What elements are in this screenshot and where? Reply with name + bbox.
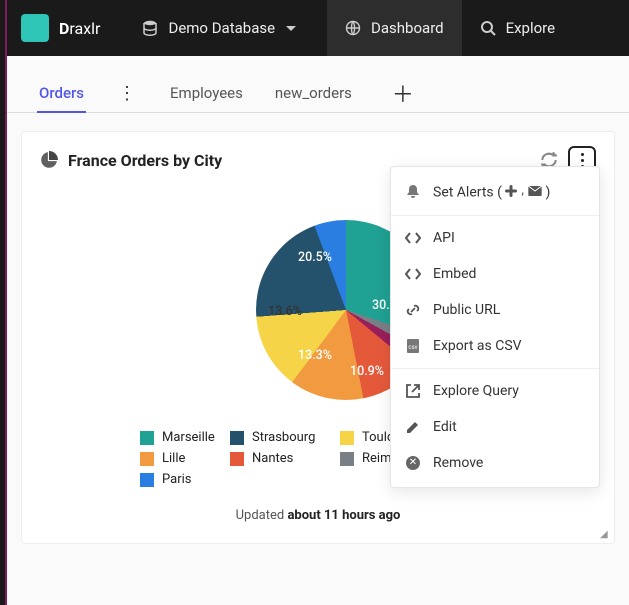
- database-icon: [142, 20, 158, 36]
- menu-explore-query-label: Explore Query: [433, 383, 519, 399]
- menu-remove-label: Remove: [433, 455, 483, 471]
- nav-database[interactable]: Demo Database: [124, 0, 327, 56]
- tab-orders-kebab[interactable]: ⋮: [114, 83, 140, 104]
- menu-public-url-label: Public URL: [433, 302, 500, 318]
- os-left-strip: [0, 0, 7, 605]
- menu-separator: [391, 215, 599, 216]
- nav-dashboard-label: Dashboard: [371, 19, 444, 37]
- app-logo: [21, 14, 49, 42]
- menu-api[interactable]: API: [391, 220, 599, 256]
- card-title: France Orders by City: [68, 151, 222, 170]
- menu-export-csv[interactable]: csv Export as CSV: [391, 328, 599, 364]
- link-icon: [405, 302, 421, 318]
- topbar: Draxlr Demo Database Dashboard Explore: [7, 0, 629, 56]
- chart-card: France Orders by City 30.1% 20.5% 13.6% …: [21, 131, 615, 544]
- tab-orders[interactable]: Orders: [37, 74, 86, 112]
- slice-label-nantes: 10.9%: [350, 364, 384, 379]
- slice-label-strasbourg: 20.5%: [298, 250, 332, 265]
- menu-edit-label: Edit: [433, 419, 457, 435]
- nav-dashboard[interactable]: Dashboard: [327, 0, 462, 56]
- legend-item-marseille: Marseille: [140, 430, 230, 445]
- dashboard-tabs: Orders ⋮ Employees new_orders ＋: [7, 56, 629, 112]
- nav-database-label: Demo Database: [168, 19, 275, 37]
- menu-separator: [391, 368, 599, 369]
- tab-employees[interactable]: Employees: [168, 74, 245, 112]
- menu-explore-query[interactable]: Explore Query: [391, 373, 599, 409]
- updated-footer: Updated about 11 hours ago: [40, 508, 596, 533]
- card-menu-dropdown: Set Alerts ( , ) API Embed: [390, 166, 600, 488]
- tab-add[interactable]: ＋: [386, 77, 420, 109]
- brand-name: Draxlr: [59, 19, 100, 38]
- legend-item-strasbourg: Strasbourg: [230, 430, 340, 445]
- csv-icon: csv: [405, 338, 421, 354]
- legend-item-paris: Paris: [140, 472, 230, 487]
- globe-icon: [345, 20, 361, 36]
- tabs-underline: [7, 112, 629, 113]
- tab-new-orders[interactable]: new_orders: [273, 74, 354, 112]
- menu-api-label: API: [433, 230, 455, 246]
- slice-label-toulouse: 13.6%: [268, 304, 302, 319]
- page: Orders ⋮ Employees new_orders ＋ France O…: [7, 56, 629, 605]
- legend-item-lille: Lille: [140, 451, 230, 466]
- resize-handle[interactable]: ◢: [600, 529, 612, 541]
- menu-embed-label: Embed: [433, 266, 476, 282]
- pie-chart-icon: [40, 151, 58, 169]
- menu-public-url[interactable]: Public URL: [391, 292, 599, 328]
- nav-explore[interactable]: Explore: [462, 0, 574, 56]
- menu-remove[interactable]: ✕ Remove: [391, 445, 599, 481]
- menu-set-alerts[interactable]: Set Alerts ( , ): [391, 173, 599, 211]
- remove-icon: ✕: [405, 455, 421, 471]
- pencil-icon: [405, 419, 421, 435]
- embed-icon: [405, 266, 421, 282]
- external-link-icon: [405, 383, 421, 399]
- menu-export-csv-label: Export as CSV: [433, 338, 522, 354]
- slack-icon: [505, 185, 517, 197]
- menu-set-alerts-label: Set Alerts ( , ): [433, 183, 550, 201]
- menu-edit[interactable]: Edit: [391, 409, 599, 445]
- bell-icon: [405, 184, 421, 200]
- mail-icon: [528, 186, 542, 196]
- search-icon: [480, 20, 496, 36]
- chevron-down-icon: [283, 20, 299, 36]
- slice-label-lille: 13.3%: [298, 348, 332, 363]
- svg-text:csv: csv: [408, 344, 417, 351]
- legend-item-nantes: Nantes: [230, 451, 340, 466]
- nav-explore-label: Explore: [506, 19, 556, 37]
- code-icon: [405, 230, 421, 246]
- menu-embed[interactable]: Embed: [391, 256, 599, 292]
